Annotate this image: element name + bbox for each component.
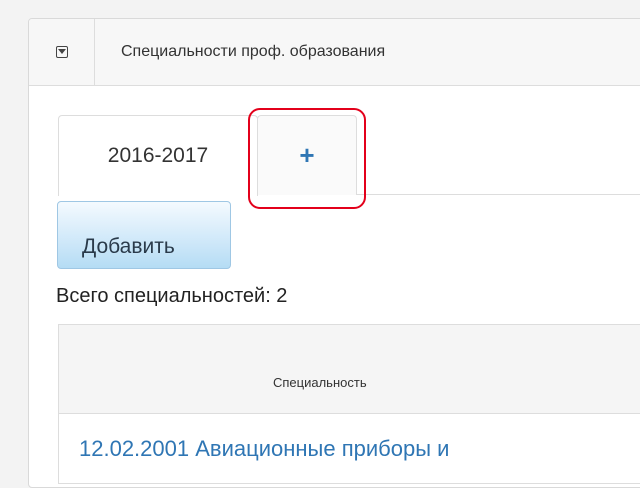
chevron-down-icon (57, 49, 66, 54)
panel-header: Специальности проф. образования (29, 19, 640, 86)
table-header: Специальность (59, 325, 640, 414)
collapse-toggle-icon[interactable] (55, 46, 68, 58)
tab-2016-2017[interactable]: 2016-2017 (58, 115, 258, 196)
table-row-specialty-link[interactable]: 12.02.2001 Авиационные приборы и (79, 436, 449, 462)
column-header-specialty[interactable]: Специальность (273, 375, 367, 390)
specialties-table: Специальность 12.02.2001 Авиационные при… (58, 324, 640, 484)
highlight-annotation (248, 108, 366, 209)
add-button[interactable]: Добавить (57, 201, 231, 269)
panel-title: Специальности проф. образования (121, 43, 386, 60)
collapse-button[interactable] (29, 19, 95, 85)
specialties-count: Всего специальностей: 2 (56, 285, 288, 307)
